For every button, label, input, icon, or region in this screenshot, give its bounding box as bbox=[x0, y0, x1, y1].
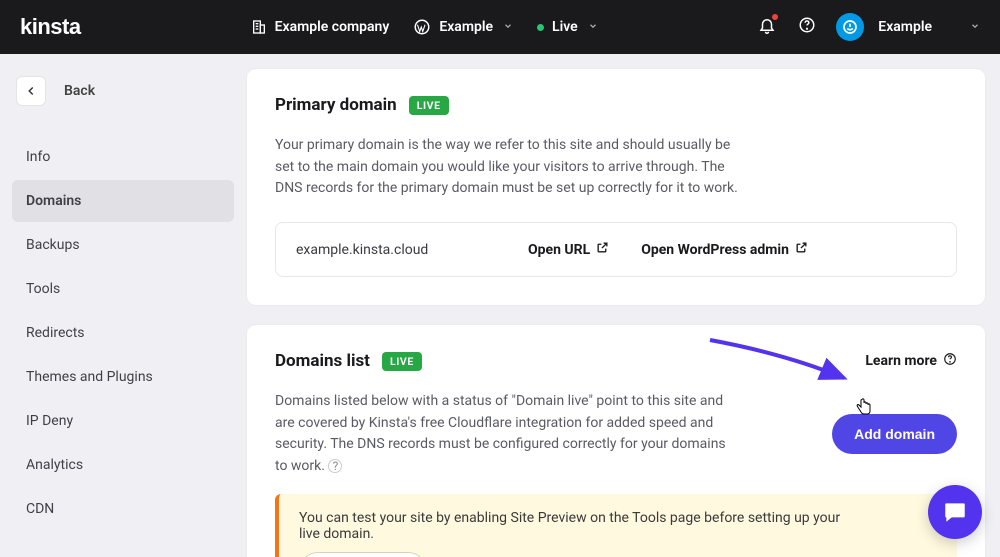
sidebar-item-domains[interactable]: Domains bbox=[12, 180, 234, 222]
sidebar-item-cdn[interactable]: CDN bbox=[12, 488, 234, 530]
back-label: Back bbox=[64, 83, 95, 99]
primary-domain-title: Primary domain bbox=[275, 95, 397, 115]
add-domain-button[interactable]: Add domain bbox=[832, 414, 957, 454]
domains-list-card: Domains list LIVE Learn more Domains lis… bbox=[246, 324, 986, 557]
intercom-chat-button[interactable] bbox=[928, 485, 982, 539]
primary-domain-card: Primary domain LIVE Your primary domain … bbox=[246, 68, 986, 306]
user-name: Example bbox=[878, 19, 932, 35]
sidebar-item-tools[interactable]: Tools bbox=[12, 268, 234, 310]
external-link-icon bbox=[596, 241, 609, 258]
help-circle-icon bbox=[943, 352, 957, 370]
primary-domain-row: example.kinsta.cloud Open URL Open WordP… bbox=[275, 222, 957, 277]
chat-icon bbox=[942, 499, 968, 525]
info-icon[interactable]: ? bbox=[328, 459, 342, 473]
notifications-button[interactable] bbox=[758, 16, 776, 38]
back-button[interactable]: Back bbox=[12, 66, 234, 116]
visit-tools-button[interactable]: Visit Tools bbox=[299, 552, 427, 557]
learn-more-label: Learn more bbox=[865, 353, 937, 369]
sidebar-item-ip-deny[interactable]: IP Deny bbox=[12, 400, 234, 442]
domains-list-title: Domains list bbox=[275, 351, 370, 371]
primary-domain-value: example.kinsta.cloud bbox=[296, 242, 496, 258]
arrow-left-icon bbox=[16, 76, 46, 106]
sidebar-item-themes-plugins[interactable]: Themes and Plugins bbox=[12, 356, 234, 398]
environment-label: Live bbox=[552, 19, 578, 35]
chevron-down-icon bbox=[970, 19, 980, 35]
learn-more-link[interactable]: Learn more bbox=[865, 352, 957, 370]
company-selector[interactable]: Example company bbox=[251, 19, 390, 35]
open-wp-admin-link[interactable]: Open WordPress admin bbox=[641, 241, 808, 258]
company-name: Example company bbox=[275, 19, 390, 35]
sidebar-item-info[interactable]: Info bbox=[12, 136, 234, 178]
open-wp-admin-label: Open WordPress admin bbox=[641, 242, 789, 258]
environment-selector[interactable]: Live bbox=[537, 19, 598, 35]
live-badge: LIVE bbox=[409, 96, 449, 115]
site-preview-notice: You can test your site by enabling Site … bbox=[275, 494, 957, 557]
building-icon bbox=[251, 19, 267, 35]
status-dot-icon bbox=[537, 24, 544, 31]
user-menu[interactable]: Example bbox=[878, 19, 980, 35]
domains-list-description: Domains listed below with a status of "D… bbox=[275, 391, 735, 478]
sidebar: Back Info Domains Backups Tools Redirect… bbox=[0, 54, 246, 557]
site-name: Example bbox=[439, 19, 493, 35]
site-selector[interactable]: Example bbox=[413, 18, 513, 36]
sidebar-item-backups[interactable]: Backups bbox=[12, 224, 234, 266]
live-badge: LIVE bbox=[382, 352, 422, 371]
primary-domain-description: Your primary domain is the way we refer … bbox=[275, 135, 745, 200]
open-url-label: Open URL bbox=[528, 242, 590, 258]
bell-icon bbox=[758, 19, 776, 38]
logo: kinsta bbox=[20, 14, 81, 40]
notice-text: You can test your site by enabling Site … bbox=[299, 510, 859, 542]
help-button[interactable] bbox=[798, 16, 816, 38]
chevron-down-icon bbox=[588, 19, 598, 35]
external-link-icon bbox=[795, 241, 808, 258]
main-content: Primary domain LIVE Your primary domain … bbox=[246, 54, 1000, 557]
open-url-link[interactable]: Open URL bbox=[528, 241, 609, 258]
avatar[interactable] bbox=[836, 13, 864, 41]
wordpress-icon bbox=[413, 18, 431, 36]
sidebar-item-analytics[interactable]: Analytics bbox=[12, 444, 234, 486]
chevron-down-icon bbox=[503, 19, 513, 35]
top-header: kinsta Example company Example Live bbox=[0, 0, 1000, 54]
sidebar-item-redirects[interactable]: Redirects bbox=[12, 312, 234, 354]
notification-badge-icon bbox=[772, 14, 778, 20]
